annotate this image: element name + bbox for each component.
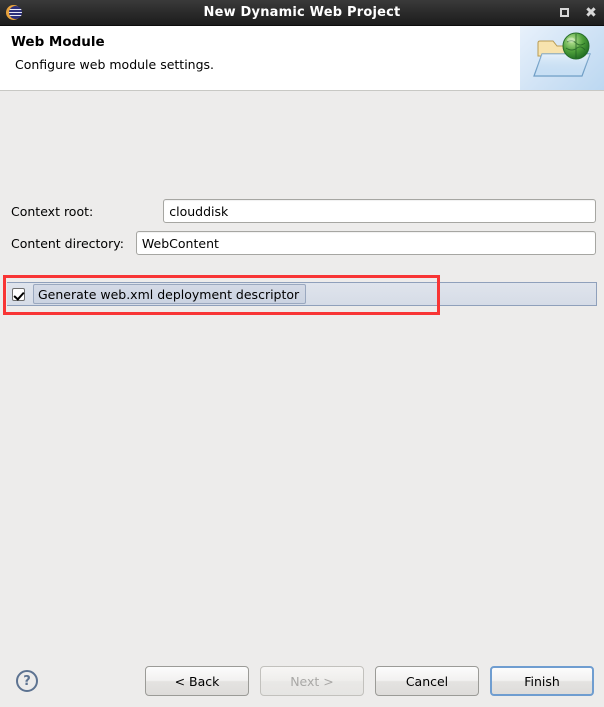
cancel-button[interactable]: Cancel xyxy=(375,666,479,696)
close-icon[interactable]: ✖ xyxy=(584,6,598,20)
finish-button[interactable]: Finish xyxy=(490,666,594,696)
generate-webxml-label: Generate web.xml deployment descriptor xyxy=(38,286,300,302)
content-directory-label: Content directory: xyxy=(11,235,124,251)
content-directory-row: Content directory: xyxy=(11,231,596,255)
content-directory-input[interactable] xyxy=(135,231,596,255)
folder-globe-icon xyxy=(520,26,604,90)
page-title: Web Module xyxy=(11,34,105,50)
wizard-header: Web Module Configure web module settings… xyxy=(0,26,604,91)
generate-webxml-label-wrap[interactable]: Generate web.xml deployment descriptor xyxy=(33,284,307,304)
generate-webxml-checkbox-row[interactable]: Generate web.xml deployment descriptor xyxy=(7,282,597,306)
generate-webxml-checkbox[interactable] xyxy=(12,287,25,301)
context-root-row: Context root: xyxy=(11,199,596,223)
dialog-button-bar: ? < Back Next > Cancel Finish xyxy=(0,655,604,707)
window-controls: ✖ xyxy=(557,6,598,20)
next-button: Next > xyxy=(260,666,364,696)
window-titlebar: New Dynamic Web Project ✖ xyxy=(0,0,604,26)
new-dynamic-web-project-dialog: New Dynamic Web Project ✖ Web Module Con… xyxy=(0,0,604,707)
window-title: New Dynamic Web Project xyxy=(203,5,401,20)
eclipse-globe-icon xyxy=(6,4,24,22)
context-root-input[interactable] xyxy=(163,199,596,223)
help-icon[interactable]: ? xyxy=(16,670,38,692)
wizard-body: Context root: Content directory: Generat… xyxy=(0,91,604,655)
back-button[interactable]: < Back xyxy=(145,666,249,696)
page-subtitle: Configure web module settings. xyxy=(15,56,215,72)
context-root-label: Context root: xyxy=(11,203,94,219)
maximize-icon[interactable] xyxy=(557,6,571,20)
